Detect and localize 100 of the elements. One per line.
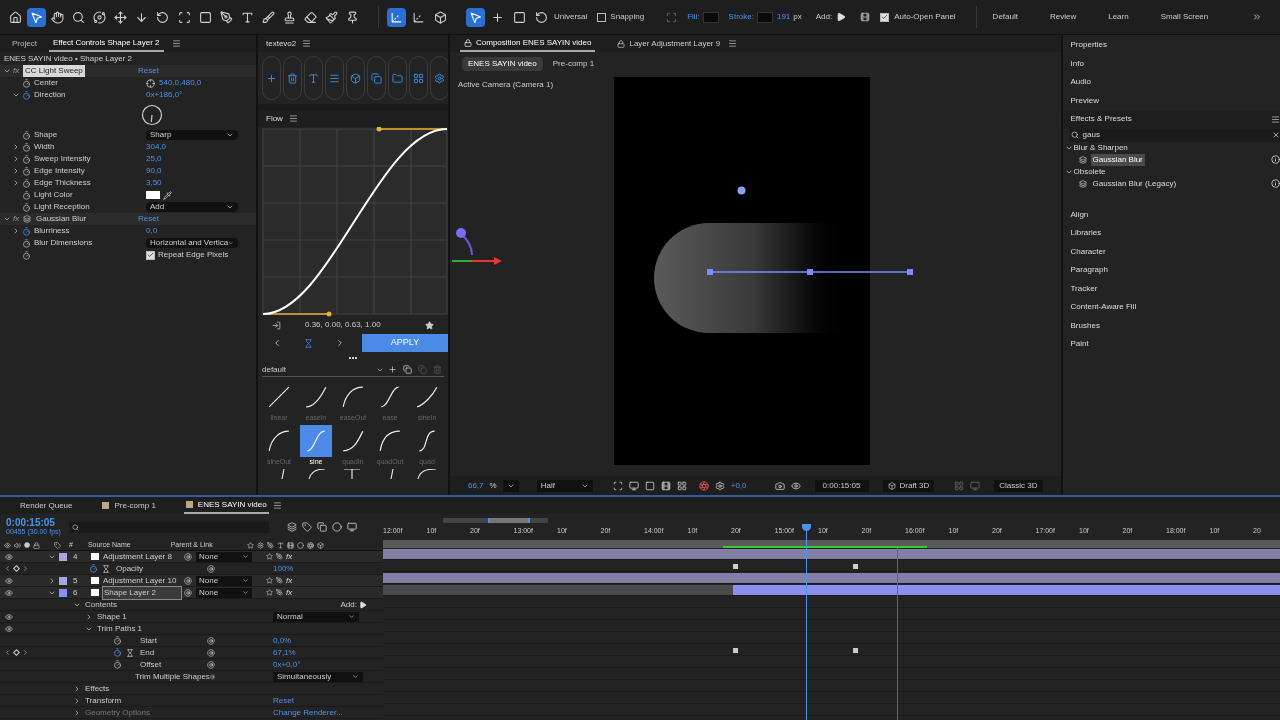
timeline-tab[interactable]: Render Queue [18, 497, 75, 514]
property-label: Blurriness [34, 226, 70, 235]
panel-header[interactable]: Paragraph [1070, 264, 1108, 277]
property-value[interactable]: 0,0% [273, 635, 292, 645]
property-label: Center [34, 78, 58, 87]
panel-tab[interactable]: Project [8, 35, 41, 52]
snapping-label: Snapping [610, 11, 645, 23]
exposure-value[interactable]: +0,0 [730, 479, 747, 492]
panel-title: Flow [266, 112, 283, 125]
timeline-tab[interactable]: ENES SAYIN video [183, 497, 269, 514]
dropdown[interactable]: Horizontal and Vertica [146, 238, 238, 248]
layer-name[interactable]: Adjustment Layer 8 [102, 550, 182, 563]
panel-header[interactable]: Character [1070, 245, 1106, 258]
property-value[interactable]: 0x+186,0° [146, 89, 183, 101]
property-name: Start [140, 635, 157, 645]
property-value[interactable]: 3,50 [146, 177, 162, 189]
property-value[interactable]: 0x+0,0° [273, 659, 301, 669]
group-name[interactable]: Effects [85, 683, 110, 693]
comp-breadcrumb[interactable]: Pre-comp 1 [546, 56, 601, 71]
group-name[interactable]: Trim Paths 1 [97, 623, 143, 633]
fill-label: Fill: [687, 11, 700, 23]
property-label: Light Color [34, 190, 73, 199]
property-label: Shape [34, 130, 58, 139]
property-value[interactable]: 0,0 [146, 225, 158, 237]
panel-tab[interactable]: Effect Controls Shape Layer 2 [48, 35, 164, 52]
fx-label: fx [13, 213, 21, 225]
add-label: Add: [340, 598, 357, 611]
workspace-tab[interactable]: Review [1049, 11, 1077, 23]
3d-mode-button[interactable]: Classic 3D [994, 479, 1043, 492]
reset-link[interactable]: Reset [138, 66, 159, 75]
parent-dropdown[interactable]: None [196, 587, 252, 598]
panel-header[interactable]: Info [1070, 57, 1084, 70]
property-name: Offset [140, 659, 162, 669]
property-label: Light Reception [34, 202, 90, 211]
workspace-tab[interactable]: Learn [1108, 11, 1129, 23]
dropdown[interactable]: Sharp [146, 130, 238, 140]
blend-mode-dropdown[interactable]: Normal [273, 611, 359, 622]
dropdown[interactable]: Simultaneously [273, 671, 363, 682]
group-name[interactable]: Contents [85, 599, 118, 609]
fx-switch[interactable]: fx [286, 574, 293, 587]
tree-folder[interactable]: Obsolete [1062, 165, 1280, 178]
panel-header[interactable]: Audio [1070, 76, 1091, 89]
panel-header[interactable]: Brushes [1070, 319, 1100, 332]
effect-name[interactable]: Gaussian Blur [34, 213, 89, 225]
property-value[interactable]: 100% [273, 563, 294, 573]
property-label: Width [34, 142, 55, 151]
stroke-unit: px [793, 11, 802, 23]
group-name[interactable]: Shape 1 [97, 611, 127, 621]
fx-switch[interactable]: fx [286, 550, 293, 563]
layer-name[interactable]: Adjustment Layer 10 [102, 574, 182, 587]
group-name[interactable]: Transform [85, 695, 122, 705]
preset-group-dropdown[interactable]: default [262, 363, 384, 376]
workspace-tab[interactable]: Default [992, 11, 1018, 23]
property-value[interactable]: 25,0 [146, 153, 162, 165]
tree-item[interactable]: Gaussian Blur [1090, 153, 1145, 166]
comp-breadcrumb[interactable]: ENES SAYIN video [462, 56, 543, 71]
timecode-field[interactable]: 0:00:15:05 [814, 479, 869, 492]
property-value[interactable]: 67,1% [273, 647, 296, 657]
layer-number: 5 [73, 574, 79, 587]
zoom-value[interactable]: 66,7 [468, 479, 484, 492]
renderer-button[interactable]: Draft 3D [882, 479, 935, 492]
panel-header[interactable]: Tracker [1070, 282, 1098, 295]
property-name: End [140, 647, 155, 657]
resolution-dropdown[interactable]: Half [536, 479, 593, 492]
stroke-width-value[interactable]: 191 [776, 11, 791, 23]
reset-link[interactable]: Reset [138, 214, 159, 223]
tree-folder[interactable]: Blur & Sharpen [1062, 141, 1280, 154]
auto-open-panel-label: Auto-Open Panel [894, 11, 956, 23]
panel-header[interactable]: Preview [1070, 94, 1099, 107]
stroke-label: Stroke: [728, 11, 754, 23]
zoom-unit: % [489, 479, 497, 492]
property-label: Edge Thickness [34, 178, 91, 187]
parent-dropdown[interactable]: None [196, 575, 252, 586]
panel-header[interactable]: Align [1070, 208, 1089, 221]
property-name: Trim Multiple Shapes [135, 671, 210, 681]
fx-switch[interactable]: fx [286, 586, 293, 599]
current-time[interactable]: 0:00:15:05 [6, 518, 61, 527]
timeline-tab[interactable]: Pre-comp 1 [100, 497, 158, 514]
panel-header[interactable]: Paint [1070, 338, 1089, 351]
property-label: Direction [34, 90, 66, 99]
panel-header[interactable]: Properties [1070, 39, 1107, 52]
active-camera-label: Active Camera (Camera 1) [458, 79, 554, 91]
property-value[interactable]: 90,0 [146, 165, 162, 177]
tree-item[interactable]: Gaussian Blur (Legacy) [1090, 177, 1179, 190]
effect-name[interactable]: CC Light Sweep [23, 65, 85, 77]
panel-header[interactable]: Content-Aware Fill [1070, 301, 1137, 314]
workspace-tab[interactable]: Small Screen [1160, 11, 1209, 23]
panel-header[interactable]: Libraries [1070, 227, 1102, 240]
layer-number: 4 [73, 550, 79, 563]
checkbox-label: Repeat Edge Pixels [158, 249, 229, 261]
property-value[interactable]: 540,0,480,0 [159, 77, 202, 89]
viewer-tab[interactable]: Layer Adjustment Layer 9 [613, 35, 725, 52]
parent-dropdown[interactable]: None [196, 551, 252, 562]
property-label: Edge Intensity [34, 166, 85, 175]
link[interactable]: Reset [273, 694, 294, 707]
property-label: Blur Dimensions [34, 238, 93, 247]
panel-title: textevo2 [266, 37, 297, 50]
panel-header[interactable]: Effects & Presets [1070, 113, 1132, 126]
dropdown[interactable]: Add [146, 202, 238, 212]
property-value[interactable]: 304,0 [146, 141, 167, 153]
